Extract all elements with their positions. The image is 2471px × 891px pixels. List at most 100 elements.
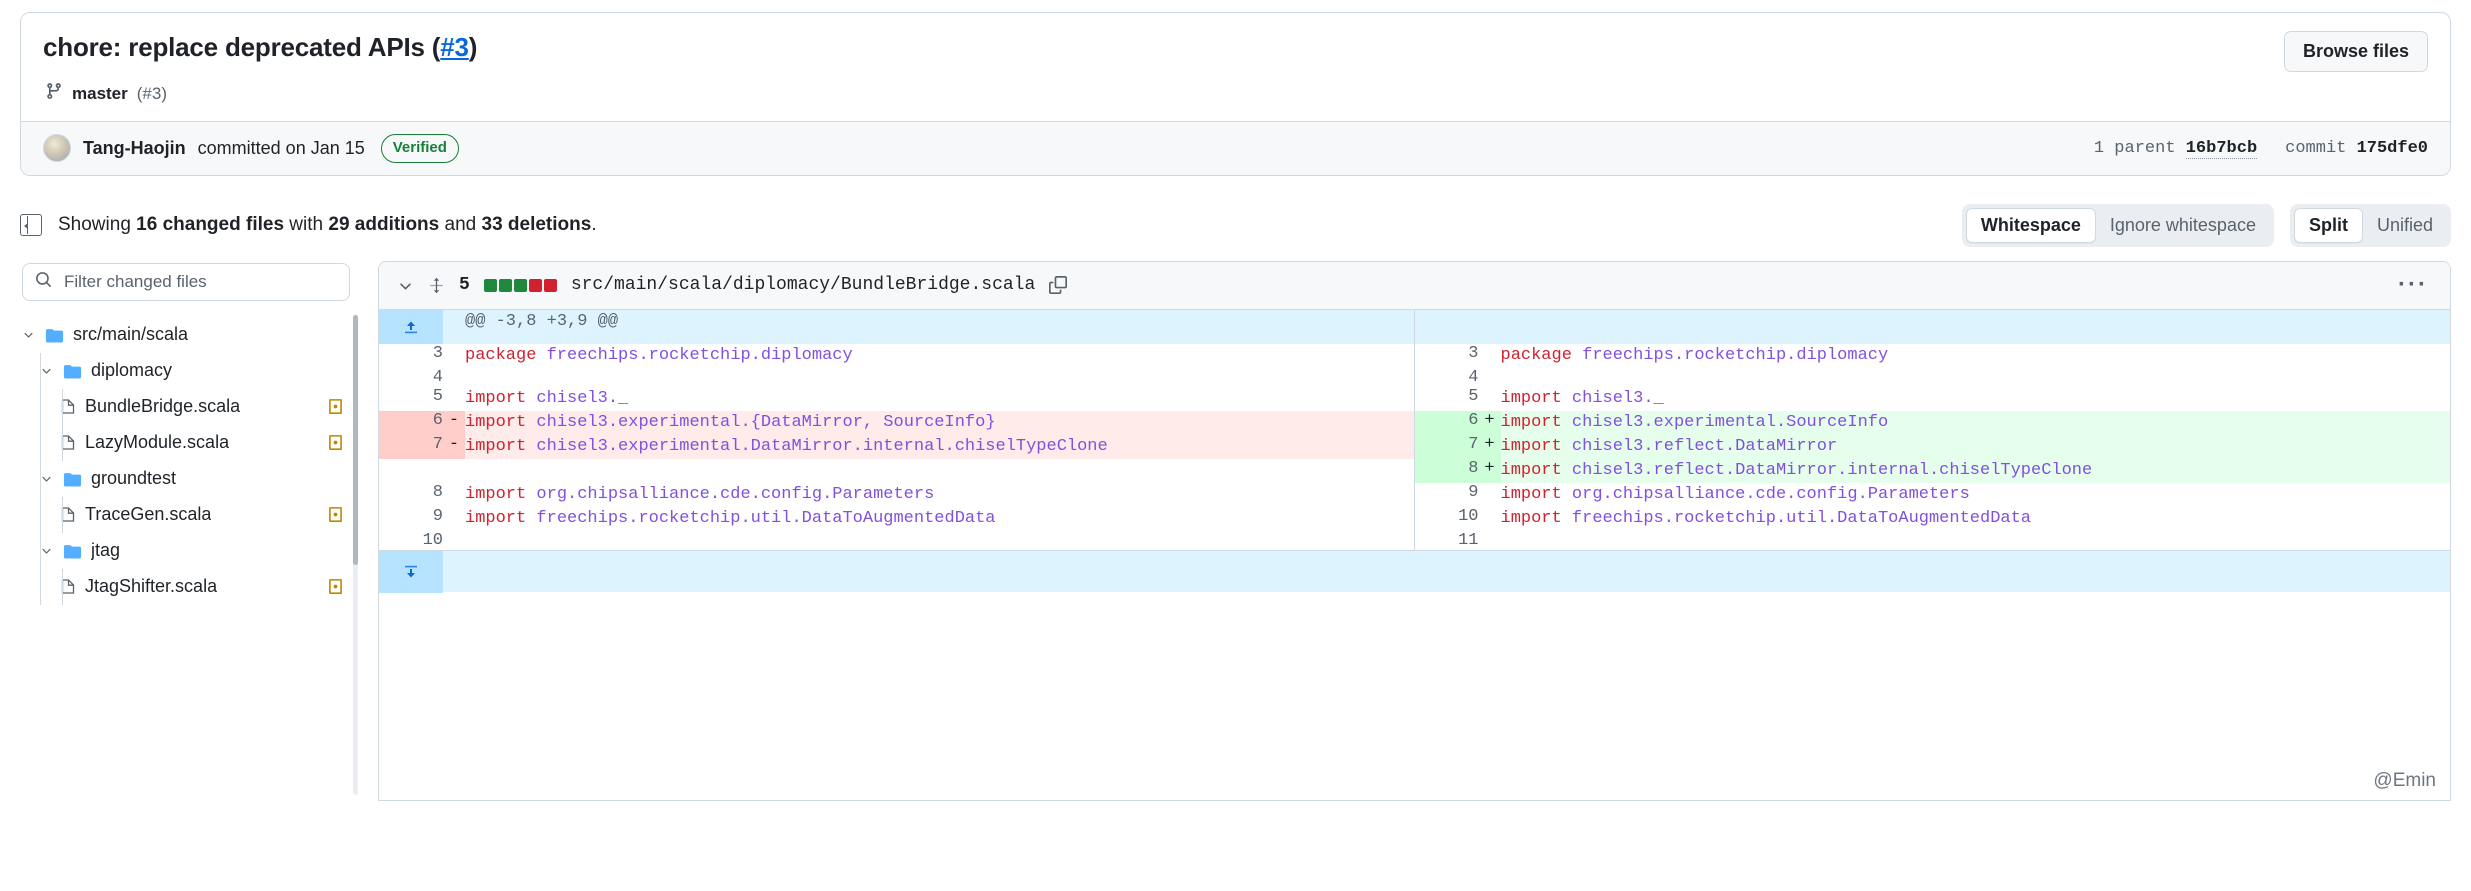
modified-status-icon: [327, 506, 344, 523]
line-number-left: 6: [379, 410, 443, 435]
parent-sha[interactable]: 16b7bcb: [2185, 138, 2258, 159]
line-marker-left: [443, 387, 465, 411]
diff-change-count: 5: [459, 275, 470, 295]
line-number-right: 8: [1414, 459, 1479, 484]
status-badge[interactable]: Verified: [380, 134, 459, 163]
copy-icon[interactable]: [1049, 276, 1068, 294]
line-marker-right: [1479, 387, 1501, 411]
diff-row-change: 6 - import chisel3.experimental.{DataMir…: [379, 410, 2450, 435]
code-left: import chisel3.experimental.{DataMirror,…: [465, 410, 1415, 435]
diff-toolbar: Showing 16 changed files with 29 additio…: [20, 203, 2451, 247]
tree-file-bundlebridge[interactable]: BundleBridge.scala: [20, 388, 350, 425]
hunk-expand-cell[interactable]: [379, 309, 465, 344]
diff-stat-block-del: [543, 278, 557, 292]
commit-date-text: committed on Jan 15: [197, 137, 365, 158]
diff-row-change: 7 - import chisel3.experimental.DataMirr…: [379, 434, 2450, 459]
line-number-left: 9: [432, 507, 443, 527]
code-left: package freechips.rocketchip.diplomacy: [465, 343, 1415, 368]
search-input[interactable]: [62, 270, 337, 293]
commit-author-row: Tang-Haojin committed on Jan 15 Verified…: [21, 121, 2450, 175]
commit-sha[interactable]: 175dfe0: [2357, 139, 2428, 158]
author-info: Tang-Haojin committed on Jan 15 Verified: [43, 134, 459, 163]
whitespace-toggle-group: Whitespace Ignore whitespace: [1961, 203, 2274, 247]
commit-title-close-paren: ): [468, 32, 478, 62]
filter-files-box[interactable]: [22, 262, 350, 301]
line-marker-left: [443, 344, 465, 368]
tree-item-label: JtagShifter.scala: [85, 576, 218, 596]
commit-info: commit 175dfe0: [2285, 139, 2428, 158]
tab-whitespace[interactable]: Whitespace: [1965, 207, 2096, 243]
avatar[interactable]: [43, 134, 71, 163]
tab-split[interactable]: Split: [2293, 207, 2363, 243]
expand-up-icon[interactable]: [379, 309, 443, 344]
line-marker-left: -: [443, 434, 465, 459]
file-tree-sidebar: src/main/scala diplomacy: [20, 261, 358, 801]
tree-folder-src-main-scala[interactable]: src/main/scala: [20, 317, 350, 353]
kebab-menu-icon[interactable]: ···: [2398, 273, 2432, 297]
tree-file-lazymodule[interactable]: LazyModule.scala: [20, 424, 350, 461]
tree-file-jtagshifter[interactable]: JtagShifter.scala: [20, 568, 350, 605]
diff-stat-block-del: [528, 278, 542, 292]
tree-folder-jtag[interactable]: jtag: [20, 532, 350, 569]
author-name[interactable]: Tang-Haojin: [83, 138, 186, 159]
line-marker-right: [1479, 368, 1501, 387]
chevron-down-icon[interactable]: [397, 277, 414, 294]
changed-files-summary: Showing 16 changed files with 29 additio…: [58, 214, 597, 236]
code-right: import chisel3._: [1500, 388, 1664, 408]
showing-prefix: Showing: [58, 214, 137, 235]
line-number-right: 11: [1458, 531, 1479, 551]
diff-expand-icon[interactable]: [428, 277, 445, 294]
deletions-count: 33 deletions: [481, 214, 592, 235]
tree-folder-diplomacy[interactable]: diplomacy: [20, 352, 350, 389]
file-tree-scrollbar-thumb[interactable]: [353, 314, 358, 565]
tree-item-label: groundtest: [91, 468, 177, 488]
code-left: import chisel3.experimental.DataMirror.i…: [465, 434, 1415, 459]
view-toggle-group: Split Unified: [2289, 203, 2451, 247]
line-number-right: 6: [1414, 410, 1479, 435]
code-right: import freechips.rocketchip.util.DataToA…: [1500, 509, 2032, 529]
tree-folder-groundtest[interactable]: groundtest: [20, 460, 350, 497]
line-marker-left: [443, 531, 465, 550]
chevron-down-icon[interactable]: [20, 328, 36, 341]
diff-hunk-header-row: @@ -3,8 +3,9 @@: [379, 309, 2450, 344]
file-tree-scrollbar[interactable]: [353, 314, 358, 795]
pr-number-link[interactable]: #3: [440, 32, 469, 62]
code-left: import chisel3._: [465, 386, 1415, 411]
commit-diff-page: chore: replace deprecated APIs (#3) Brow…: [0, 12, 2471, 891]
expand-down-icon[interactable]: [379, 550, 443, 593]
additions-count: 29 additions: [328, 214, 440, 235]
diff-body: src/main/scala diplomacy: [0, 260, 2471, 801]
code-left: import freechips.rocketchip.util.DataToA…: [465, 507, 1415, 532]
tree-item-label: src/main/scala: [73, 324, 189, 344]
commit-title-row: chore: replace deprecated APIs (#3) Brow…: [21, 13, 2450, 82]
branch-name[interactable]: master: [72, 84, 128, 104]
line-number-right: 4: [1468, 367, 1479, 387]
with-text: with: [284, 214, 329, 235]
browse-files-button[interactable]: Browse files: [2283, 31, 2428, 72]
line-number-left: 5: [432, 386, 443, 406]
tree-file-tracegen[interactable]: TraceGen.scala: [20, 496, 350, 533]
code-left: import org.chipsalliance.cde.config.Para…: [465, 483, 1415, 508]
branch-row: master (#3): [21, 82, 2450, 121]
period: .: [591, 214, 597, 235]
search-icon: [35, 271, 52, 293]
tree-item-label: jtag: [91, 540, 121, 560]
line-number-left: [379, 459, 443, 484]
diff-stat-blocks: [483, 278, 557, 292]
line-marker-left: [443, 483, 465, 507]
diff-file-header: 5 src/main/scala/diplomacy/BundleBridge.…: [379, 261, 2450, 310]
line-number-left: 10: [422, 531, 443, 551]
diff-table: @@ -3,8 +3,9 @@ 3 package freechips.rock…: [379, 309, 2450, 551]
hunk-header-left: @@ -3,8 +3,9 @@: [465, 309, 1415, 344]
page-title: chore: replace deprecated APIs (#3): [43, 31, 477, 64]
code-right: import chisel3.reflect.DataMirror: [1500, 434, 2450, 459]
diff-file-path[interactable]: src/main/scala/diplomacy/BundleBridge.sc…: [571, 275, 1035, 295]
diff-expand-footer[interactable]: [379, 550, 2450, 593]
diff-row-context: 5 import chisel3._ 5 import chisel3._: [379, 386, 2450, 411]
tab-unified[interactable]: Unified: [2363, 209, 2447, 242]
tab-ignore-whitespace[interactable]: Ignore whitespace: [2096, 209, 2270, 242]
line-marker-right: [1479, 531, 1501, 550]
line-marker-right: [1479, 344, 1501, 368]
line-number-left: 7: [379, 434, 443, 459]
sidebar-collapse-icon[interactable]: [20, 214, 42, 236]
